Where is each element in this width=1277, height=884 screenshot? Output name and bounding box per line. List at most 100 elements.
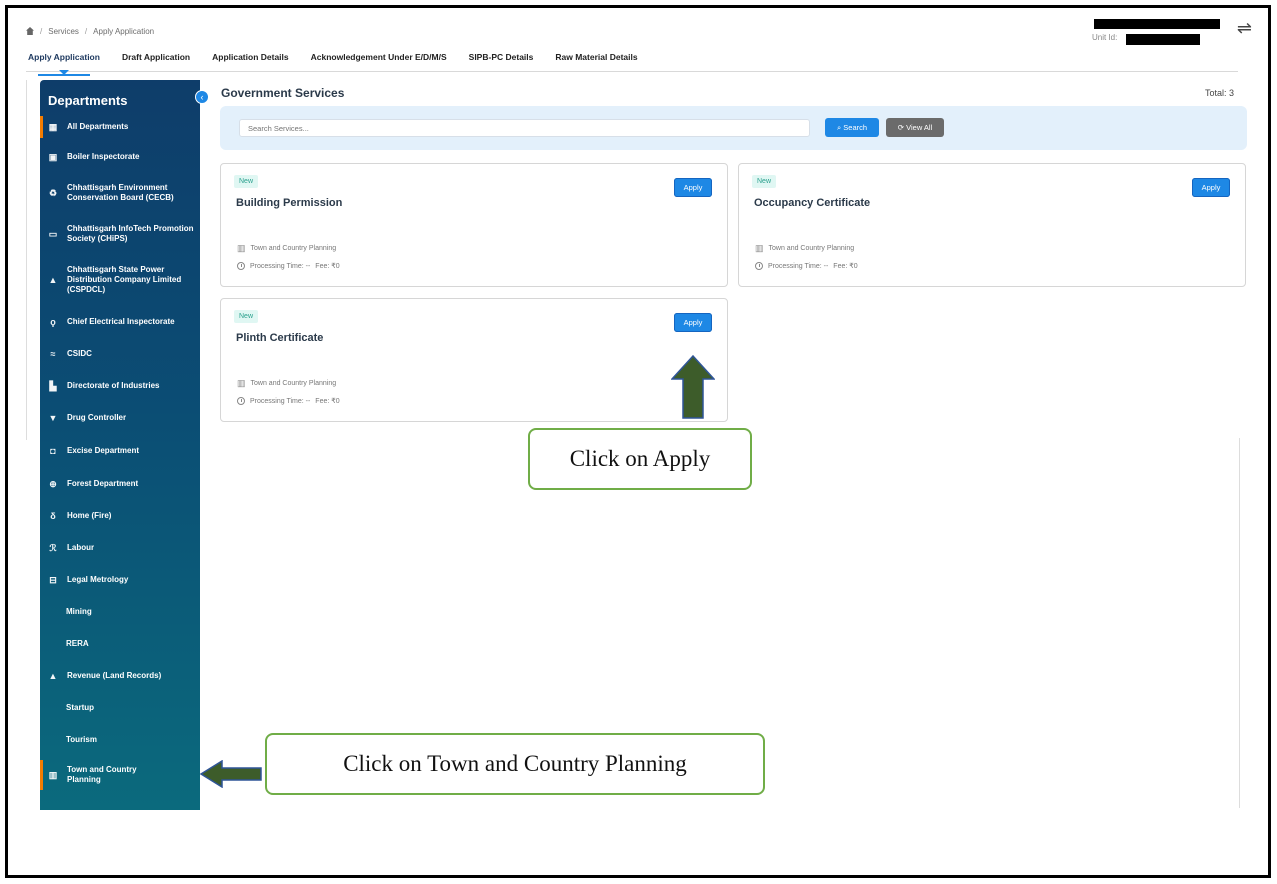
processing-time: Processing Time: -- (768, 262, 829, 270)
screenshot-frame: / Services / Apply Application Unit Id: … (5, 5, 1271, 878)
sidebar-item-boiler-inspectorate[interactable]: ▣ Boiler Inspectorate (40, 142, 200, 172)
tab-apply-application[interactable]: Apply Application (28, 52, 100, 76)
breadcrumb-services[interactable]: Services (48, 27, 79, 36)
sidebar-item-drug-controller[interactable]: ▼ Drug Controller (40, 402, 200, 434)
recycle-icon: ♻ (48, 187, 58, 198)
tab-draft-application[interactable]: Draft Application (122, 52, 190, 66)
sidebar-item-label: Boiler Inspectorate (67, 152, 140, 161)
sidebar-item-label: Startup (66, 703, 94, 712)
building-icon: ▥ (237, 378, 246, 388)
sidebar-item-label: Home (Fire) (67, 511, 112, 520)
fee: Fee: ₹0 (833, 263, 858, 270)
building-icon: ▥ (237, 243, 246, 253)
sidebar-item-csidc[interactable]: ≈ CSIDC (40, 338, 200, 370)
switch-unit-icon[interactable]: ⇌ (1237, 18, 1252, 39)
worker-icon: ℛ (49, 542, 57, 553)
tab-bar: Apply Application Draft Application Appl… (26, 46, 1238, 76)
divider (26, 80, 27, 440)
department-name: Town and Country Planning (768, 245, 855, 252)
search-button[interactable]: ⌕ Search (825, 118, 879, 137)
sidebar-item-label: Directorate of Industries (67, 381, 160, 390)
sidebar-item-label: Mining (66, 607, 92, 616)
annotation-arrow-left-icon (200, 760, 262, 788)
tab-application-details[interactable]: Application Details (212, 52, 289, 66)
sidebar-item-all-departments[interactable]: ▦ All Departments (40, 112, 200, 142)
sidebar-item-excise-department[interactable]: ◘ Excise Department (40, 434, 200, 468)
apply-button[interactable]: Apply (674, 178, 712, 197)
service-card: New Plinth Certificate Apply ▥ Town and … (220, 298, 728, 422)
land-icon: ▲ (48, 671, 58, 681)
sidebar-item-home-fire[interactable]: δ Home (Fire) (40, 500, 200, 532)
clock-icon (237, 262, 245, 270)
building-icon: ▥ (755, 243, 764, 253)
fee: Fee: ₹0 (315, 398, 340, 405)
breadcrumb-apply-application[interactable]: Apply Application (93, 27, 154, 36)
sidebar-item-label: Town and Country Planning (67, 765, 137, 784)
sidebar-item-legal-metrology[interactable]: ⊟ Legal Metrology (40, 564, 200, 596)
sidebar-item-rera[interactable]: RERA (40, 628, 200, 660)
sidebar-item-tourism[interactable]: Tourism (40, 724, 200, 756)
apply-button[interactable]: Apply (1192, 178, 1230, 197)
tab-sipb-pc-details[interactable]: SIPB-PC Details (469, 52, 534, 66)
service-department: ▥ Town and Country Planning (237, 378, 336, 389)
processing-time: Processing Time: -- (250, 262, 311, 270)
chip-icon: ▭ (48, 228, 58, 239)
grid-icon: ▦ (48, 121, 58, 132)
service-department: ▥ Town and Country Planning (755, 243, 854, 254)
sidebar-item-town-and-country-planning[interactable]: ▥ Town and Country Planning (40, 756, 200, 794)
search-input[interactable] (239, 119, 810, 137)
service-meta: Processing Time: -- Fee: ₹0 (237, 397, 340, 405)
plug-icon: ϙ (50, 317, 56, 327)
sidebar-item-directorate-of-industries[interactable]: ▙ Directorate of Industries (40, 370, 200, 402)
pill-icon: ▼ (48, 413, 58, 423)
fire-icon: δ (50, 511, 56, 521)
sidebar-item-label: Chhattisgarh Environment Conservation Bo… (67, 183, 174, 202)
bottle-icon: ◘ (50, 446, 56, 456)
collapse-sidebar-button[interactable]: ‹ (195, 90, 209, 104)
total-count: Total: 3 (1204, 88, 1234, 98)
search-icon: ⌕ (836, 122, 842, 132)
sidebar-item-chief-electrical-inspectorate[interactable]: ϙ Chief Electrical Inspectorate (40, 306, 200, 338)
tree-icon: ⊕ (49, 478, 57, 489)
sidebar-item-cspdcl[interactable]: ▲ Chhattisgarh State Power Distribution … (40, 254, 200, 306)
new-badge: New (234, 175, 259, 188)
sidebar-item-label: Revenue (Land Records) (67, 671, 162, 680)
clock-icon (755, 262, 763, 270)
department-name: Town and Country Planning (250, 245, 337, 252)
sidebar-item-chips[interactable]: ▭ Chhattisgarh InfoTech Promotion Societ… (40, 214, 200, 254)
sidebar-item-label: Forest Department (67, 479, 139, 488)
view-all-button[interactable]: ⟳ View All (886, 118, 944, 137)
sidebar-item-revenue-land-records[interactable]: ▲ Revenue (Land Records) (40, 660, 200, 692)
sidebar-item-labour[interactable]: ℛ Labour (40, 532, 200, 564)
service-title: Plinth Certificate (236, 332, 324, 344)
sidebar-item-forest-department[interactable]: ⊕ Forest Department (40, 468, 200, 500)
service-card: New Occupancy Certificate Apply ▥ Town a… (738, 163, 1246, 287)
service-title: Occupancy Certificate (754, 197, 871, 209)
home-icon[interactable] (26, 27, 34, 35)
scale-icon: ⊟ (49, 574, 57, 585)
building-icon: ▥ (48, 769, 58, 780)
sidebar-item-cecb[interactable]: ♻ Chhattisgarh Environment Conservation … (40, 172, 200, 214)
sidebar-title: Departments (48, 93, 128, 108)
boiler-icon: ▣ (48, 151, 58, 162)
breadcrumb-separator: / (40, 26, 43, 36)
page-title: Government Services (221, 86, 345, 100)
sidebar-item-startup[interactable]: Startup (40, 692, 200, 724)
sidebar-item-label: Legal Metrology (67, 575, 129, 584)
apply-button[interactable]: Apply (674, 313, 712, 332)
redacted-username (1094, 19, 1220, 29)
service-title: Building Permission (236, 197, 343, 209)
service-meta: Processing Time: -- Fee: ₹0 (755, 262, 858, 270)
search-button-label: Search (843, 122, 868, 132)
divider (1239, 438, 1240, 808)
tab-raw-material-details[interactable]: Raw Material Details (555, 52, 637, 66)
sidebar-item-label: All Departments (67, 122, 129, 131)
user-info: Unit Id: (1092, 16, 1220, 45)
tab-acknowledgement[interactable]: Acknowledgement Under E/D/M/S (311, 52, 447, 66)
sidebar-item-mining[interactable]: Mining (40, 596, 200, 628)
new-badge: New (752, 175, 777, 188)
sidebar-item-label: RERA (66, 639, 89, 648)
service-meta: Processing Time: -- Fee: ₹0 (237, 262, 340, 270)
annotation-arrow-up-icon (671, 355, 715, 419)
sidebar-item-label: CSIDC (67, 349, 92, 358)
